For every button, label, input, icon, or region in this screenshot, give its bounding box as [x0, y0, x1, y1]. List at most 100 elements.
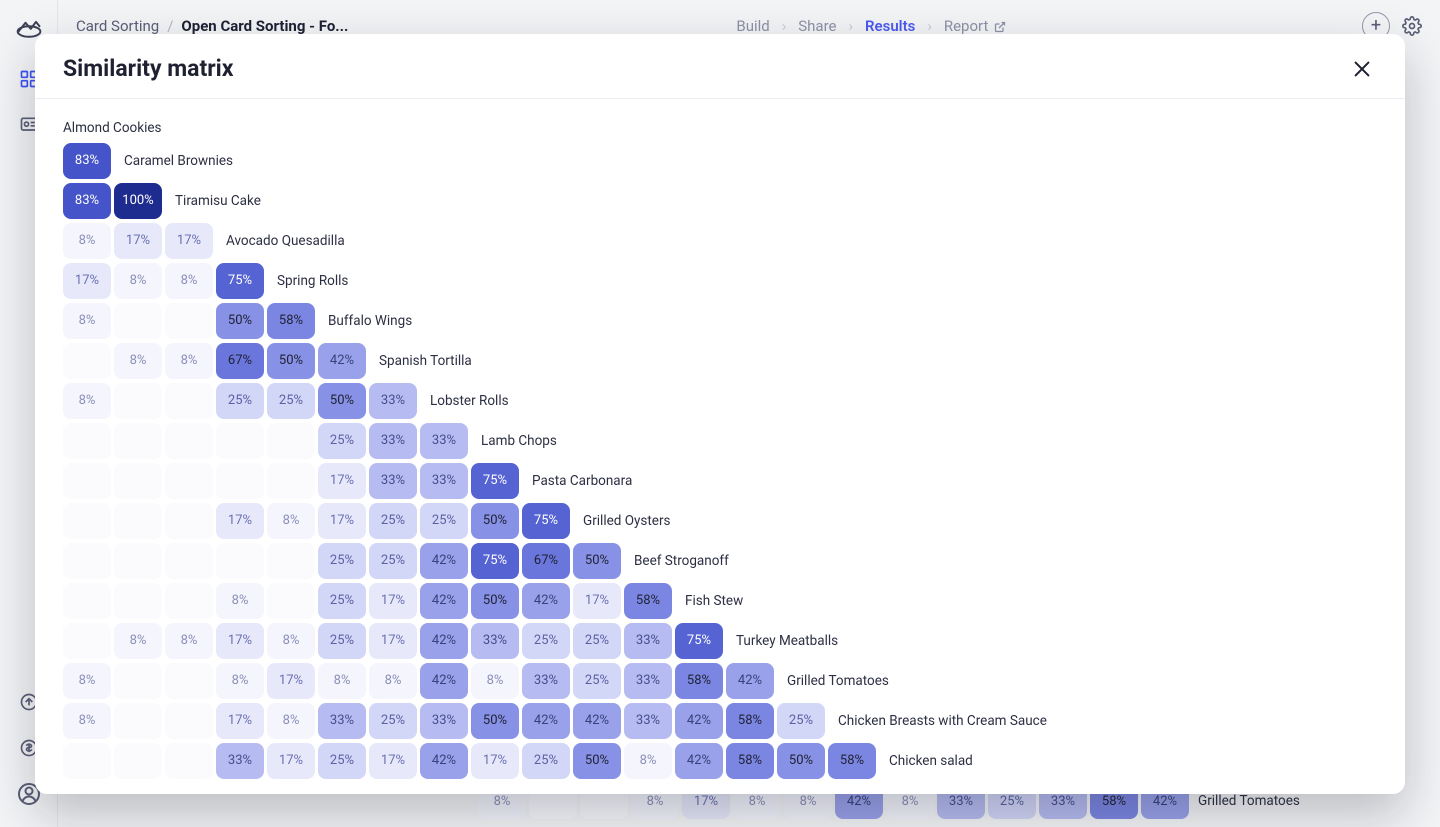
matrix-cell[interactable]: 50%	[267, 343, 315, 379]
matrix-cell[interactable]: 75%	[675, 623, 723, 659]
matrix-cell[interactable]	[165, 303, 213, 339]
matrix-cell[interactable]: 42%	[726, 663, 774, 699]
matrix-cell[interactable]: 8%	[267, 503, 315, 539]
matrix-cell[interactable]	[165, 463, 213, 499]
matrix-cell[interactable]	[267, 543, 315, 579]
matrix-cell[interactable]	[267, 423, 315, 459]
modal-body[interactable]: Almond Cookies83%Caramel Brownies83%100%…	[35, 99, 1405, 794]
matrix-cell[interactable]	[63, 343, 111, 379]
matrix-cell[interactable]: 25%	[369, 503, 417, 539]
matrix-cell[interactable]	[114, 503, 162, 539]
matrix-cell[interactable]: 17%	[369, 583, 417, 619]
matrix-cell[interactable]: 8%	[165, 343, 213, 379]
matrix-cell[interactable]: 8%	[63, 303, 111, 339]
matrix-cell[interactable]: 33%	[624, 703, 672, 739]
matrix-cell[interactable]: 25%	[573, 663, 621, 699]
matrix-cell[interactable]: 17%	[114, 223, 162, 259]
matrix-cell[interactable]: 25%	[318, 743, 366, 779]
matrix-cell[interactable]: 33%	[318, 703, 366, 739]
matrix-cell[interactable]	[63, 743, 111, 779]
matrix-cell[interactable]: 83%	[63, 143, 111, 179]
matrix-cell[interactable]: 42%	[420, 663, 468, 699]
matrix-cell[interactable]	[63, 623, 111, 659]
matrix-cell[interactable]: 42%	[522, 703, 570, 739]
matrix-cell[interactable]: 17%	[216, 703, 264, 739]
matrix-cell[interactable]: 8%	[63, 663, 111, 699]
matrix-cell[interactable]: 42%	[420, 743, 468, 779]
matrix-cell[interactable]: 8%	[318, 663, 366, 699]
matrix-cell[interactable]: 58%	[828, 743, 876, 779]
matrix-cell[interactable]: 33%	[369, 463, 417, 499]
matrix-cell[interactable]	[165, 703, 213, 739]
matrix-cell[interactable]	[114, 663, 162, 699]
matrix-cell[interactable]: 42%	[573, 703, 621, 739]
matrix-cell[interactable]: 8%	[114, 623, 162, 659]
matrix-cell[interactable]	[216, 543, 264, 579]
matrix-cell[interactable]	[165, 503, 213, 539]
matrix-cell[interactable]	[267, 463, 315, 499]
matrix-cell[interactable]: 8%	[216, 583, 264, 619]
matrix-cell[interactable]: 8%	[63, 703, 111, 739]
matrix-cell[interactable]	[165, 543, 213, 579]
matrix-cell[interactable]: 25%	[522, 623, 570, 659]
matrix-cell[interactable]: 83%	[63, 183, 111, 219]
matrix-cell[interactable]	[114, 583, 162, 619]
matrix-cell[interactable]: 58%	[675, 663, 723, 699]
matrix-cell[interactable]: 42%	[318, 343, 366, 379]
matrix-cell[interactable]	[216, 463, 264, 499]
matrix-cell[interactable]	[63, 503, 111, 539]
matrix-cell[interactable]: 17%	[267, 663, 315, 699]
matrix-cell[interactable]: 42%	[675, 743, 723, 779]
matrix-cell[interactable]	[63, 583, 111, 619]
matrix-cell[interactable]: 25%	[369, 703, 417, 739]
matrix-cell[interactable]: 75%	[216, 263, 264, 299]
matrix-cell[interactable]: 50%	[573, 543, 621, 579]
matrix-cell[interactable]: 33%	[420, 463, 468, 499]
matrix-cell[interactable]: 50%	[573, 743, 621, 779]
matrix-cell[interactable]: 58%	[267, 303, 315, 339]
matrix-cell[interactable]	[165, 743, 213, 779]
matrix-cell[interactable]: 42%	[420, 543, 468, 579]
matrix-cell[interactable]: 17%	[63, 263, 111, 299]
matrix-cell[interactable]: 58%	[624, 583, 672, 619]
matrix-cell[interactable]	[63, 423, 111, 459]
matrix-cell[interactable]: 33%	[420, 423, 468, 459]
matrix-cell[interactable]: 67%	[216, 343, 264, 379]
matrix-cell[interactable]: 50%	[471, 503, 519, 539]
matrix-cell[interactable]: 8%	[63, 223, 111, 259]
matrix-cell[interactable]: 33%	[624, 623, 672, 659]
matrix-cell[interactable]: 50%	[471, 583, 519, 619]
matrix-cell[interactable]: 25%	[318, 583, 366, 619]
matrix-cell[interactable]: 25%	[267, 383, 315, 419]
matrix-cell[interactable]: 58%	[726, 743, 774, 779]
matrix-cell[interactable]	[165, 383, 213, 419]
matrix-cell[interactable]: 17%	[216, 503, 264, 539]
matrix-cell[interactable]: 75%	[471, 543, 519, 579]
matrix-cell[interactable]	[114, 743, 162, 779]
matrix-cell[interactable]	[114, 463, 162, 499]
matrix-cell[interactable]: 17%	[369, 623, 417, 659]
close-button[interactable]	[1347, 54, 1377, 84]
matrix-cell[interactable]	[114, 423, 162, 459]
matrix-cell[interactable]: 25%	[216, 383, 264, 419]
matrix-cell[interactable]: 33%	[624, 663, 672, 699]
matrix-cell[interactable]: 8%	[114, 263, 162, 299]
matrix-cell[interactable]: 67%	[522, 543, 570, 579]
matrix-cell[interactable]	[114, 383, 162, 419]
matrix-cell[interactable]: 42%	[420, 583, 468, 619]
matrix-cell[interactable]: 17%	[216, 623, 264, 659]
matrix-cell[interactable]: 17%	[318, 463, 366, 499]
matrix-cell[interactable]: 25%	[318, 623, 366, 659]
matrix-cell[interactable]: 8%	[216, 663, 264, 699]
matrix-cell[interactable]: 8%	[165, 263, 213, 299]
matrix-cell[interactable]: 25%	[420, 503, 468, 539]
matrix-cell[interactable]: 75%	[471, 463, 519, 499]
matrix-cell[interactable]	[114, 703, 162, 739]
matrix-cell[interactable]	[267, 583, 315, 619]
matrix-cell[interactable]: 17%	[471, 743, 519, 779]
matrix-cell[interactable]: 17%	[573, 583, 621, 619]
matrix-cell[interactable]: 25%	[318, 423, 366, 459]
matrix-cell[interactable]: 25%	[318, 543, 366, 579]
matrix-cell[interactable]: 17%	[165, 223, 213, 259]
matrix-cell[interactable]	[165, 663, 213, 699]
